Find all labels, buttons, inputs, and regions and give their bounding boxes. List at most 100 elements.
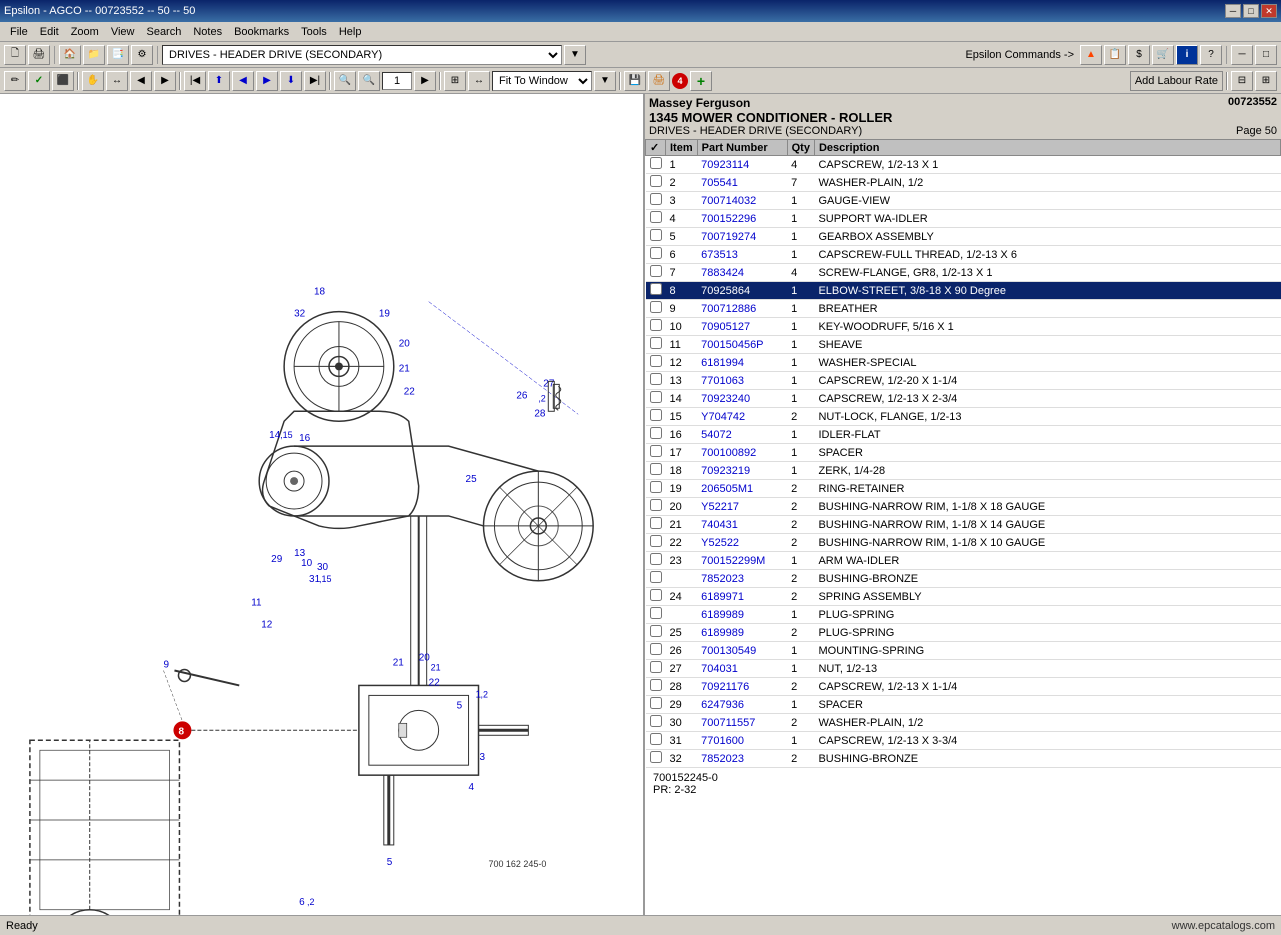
edit-mode-btn[interactable]: ✏ [4,71,26,91]
table-row[interactable]: 2461899712SPRING ASSEMBLY [646,588,1281,606]
table-row[interactable]: 28709211762CAPSCREW, 1/2-13 X 1-1/4 [646,678,1281,696]
hand-btn[interactable]: ✋ [82,71,104,91]
maximize-button[interactable]: □ [1243,4,1259,18]
close-button[interactable]: ✕ [1261,4,1277,18]
table-row[interactable]: 97007128861BREATHER [646,300,1281,318]
tree-button[interactable]: 📁 [83,45,105,65]
table-row[interactable]: 20Y522172BUSHING-NARROW RIM, 1-1/8 X 18 … [646,498,1281,516]
table-row[interactable]: 3278520232BUSHING-BRONZE [646,750,1281,768]
table-row[interactable]: 2962479361SPACER [646,696,1281,714]
cart-btn[interactable]: 🛒 [1152,45,1174,65]
settings-button[interactable]: ⚙ [131,45,153,65]
add-btn[interactable]: + [690,71,712,91]
menu-file[interactable]: File [4,24,34,40]
menu-edit[interactable]: Edit [34,24,65,40]
print-img-btn[interactable]: 🖨 [648,71,670,91]
next-section-btn[interactable]: ▶ [256,71,278,91]
table-row[interactable]: 8709258641ELBOW-STREET, 3/8-18 X 90 Degr… [646,282,1281,300]
table-row[interactable]: 307007115572WASHER-PLAIN, 1/2 [646,714,1281,732]
table-row[interactable]: 15Y7047422NUT-LOCK, FLANGE, 1/2-13 [646,408,1281,426]
menu-zoom[interactable]: Zoom [65,24,105,40]
last-page-btn[interactable]: ▶| [304,71,326,91]
row-checkbox[interactable] [650,679,662,691]
row-checkbox[interactable] [650,553,662,565]
menu-help[interactable]: Help [333,24,368,40]
zoom-out-btn[interactable]: 🔍 [358,71,380,91]
next-page-btn[interactable]: ⬇ [280,71,302,91]
row-checkbox[interactable] [650,481,662,493]
row-checkbox[interactable] [650,175,662,187]
table-row[interactable]: 18709232191ZERK, 1/4-28 [646,462,1281,480]
row-checkbox[interactable] [650,229,662,241]
drive-dropdown-button[interactable]: ▼ [564,45,586,65]
zoom-select[interactable]: Fit To Window 50% 75% 100% 125% 150% 200… [492,71,592,91]
next-btn[interactable]: ▶ [154,71,176,91]
table-row[interactable]: 23700152299M1ARM WA-IDLER [646,552,1281,570]
save-img-btn[interactable]: 💾 [624,71,646,91]
first-page-btn[interactable]: |◀ [184,71,206,91]
row-checkbox[interactable] [650,751,662,763]
row-checkbox[interactable] [650,211,662,223]
table-row[interactable]: 2561899892PLUG-SPRING [646,624,1281,642]
minimize-button[interactable]: ─ [1225,4,1241,18]
move-btn[interactable]: ↔ [106,71,128,91]
table-row[interactable]: 267001305491MOUNTING-SPRING [646,642,1281,660]
min-btn2[interactable]: ─ [1231,45,1253,65]
row-checkbox[interactable] [650,265,662,277]
table-row[interactable]: 47001522961SUPPORT WA-IDLER [646,210,1281,228]
row-checkbox[interactable] [650,409,662,421]
info-btn[interactable]: i [1176,45,1198,65]
row-checkbox[interactable] [650,337,662,349]
row-checkbox[interactable] [650,391,662,403]
go-btn[interactable]: ▶ [414,71,436,91]
table-row[interactable]: 19206505M12RING-RETAINER [646,480,1281,498]
zoom-dropdown-btn[interactable]: ▼ [594,71,616,91]
table-row[interactable]: 177001008921SPACER [646,444,1281,462]
restore-btn[interactable]: ⊟ [1231,71,1253,91]
table-row[interactable]: 1709231144CAPSCREW, 1/2-13 X 1 [646,156,1281,174]
zoom-in-btn[interactable]: 🔍 [334,71,356,91]
drive-select[interactable]: DRIVES - HEADER DRIVE (SECONDARY) [162,45,562,65]
prev-btn[interactable]: ◀ [130,71,152,91]
row-checkbox[interactable] [650,247,662,259]
prev-section-btn[interactable]: ◀ [232,71,254,91]
stamp-btn[interactable]: ⬛ [52,71,74,91]
table-row[interactable]: 27055417WASHER-PLAIN, 1/2 [646,174,1281,192]
row-checkbox[interactable] [650,283,662,295]
row-checkbox[interactable] [650,697,662,709]
row-checkbox[interactable] [650,319,662,331]
row-checkbox[interactable] [650,463,662,475]
table-row[interactable]: 16540721IDLER-FLAT [646,426,1281,444]
row-checkbox[interactable] [650,373,662,385]
row-checkbox[interactable] [650,301,662,313]
table-row[interactable]: 10709051271KEY-WOODRUFF, 5/16 X 1 [646,318,1281,336]
print-button[interactable]: 🖨 [28,45,50,65]
row-checkbox[interactable] [650,499,662,511]
dollar-btn[interactable]: $ [1128,45,1150,65]
table-row[interactable]: 1261819941WASHER-SPECIAL [646,354,1281,372]
table-row[interactable]: 66735131CAPSCREW-FULL THREAD, 1/2-13 X 6 [646,246,1281,264]
thumbnail-btn[interactable]: ⊞ [444,71,466,91]
table-row[interactable]: 37007140321GAUGE-VIEW [646,192,1281,210]
new-button[interactable]: 🗋 [4,45,26,65]
prev-page-btn[interactable]: ⬆ [208,71,230,91]
table-row[interactable]: 778834244SCREW-FLANGE, GR8, 1/2-13 X 1 [646,264,1281,282]
menu-view[interactable]: View [105,24,141,40]
row-checkbox[interactable] [650,661,662,673]
row-checkbox[interactable] [650,589,662,601]
row-checkbox[interactable] [650,517,662,529]
max-btn2[interactable]: □ [1255,45,1277,65]
help2-btn[interactable]: ? [1200,45,1222,65]
row-checkbox[interactable] [650,427,662,439]
check-btn[interactable]: ✓ [28,71,50,91]
copy-btn[interactable]: 📋 [1104,45,1126,65]
table-row[interactable]: 1377010631CAPSCREW, 1/2-20 X 1-1/4 [646,372,1281,390]
table-row[interactable]: 78520232BUSHING-BRONZE [646,570,1281,588]
menu-notes[interactable]: Notes [187,24,228,40]
table-row[interactable]: 11700150456P1SHEAVE [646,336,1281,354]
row-checkbox[interactable] [650,193,662,205]
row-checkbox[interactable] [650,157,662,169]
add-labour-button[interactable]: Add Labour Rate [1130,71,1223,91]
table-row[interactable]: 61899891PLUG-SPRING [646,606,1281,624]
table-row[interactable]: 14709232401CAPSCREW, 1/2-13 X 2-3/4 [646,390,1281,408]
